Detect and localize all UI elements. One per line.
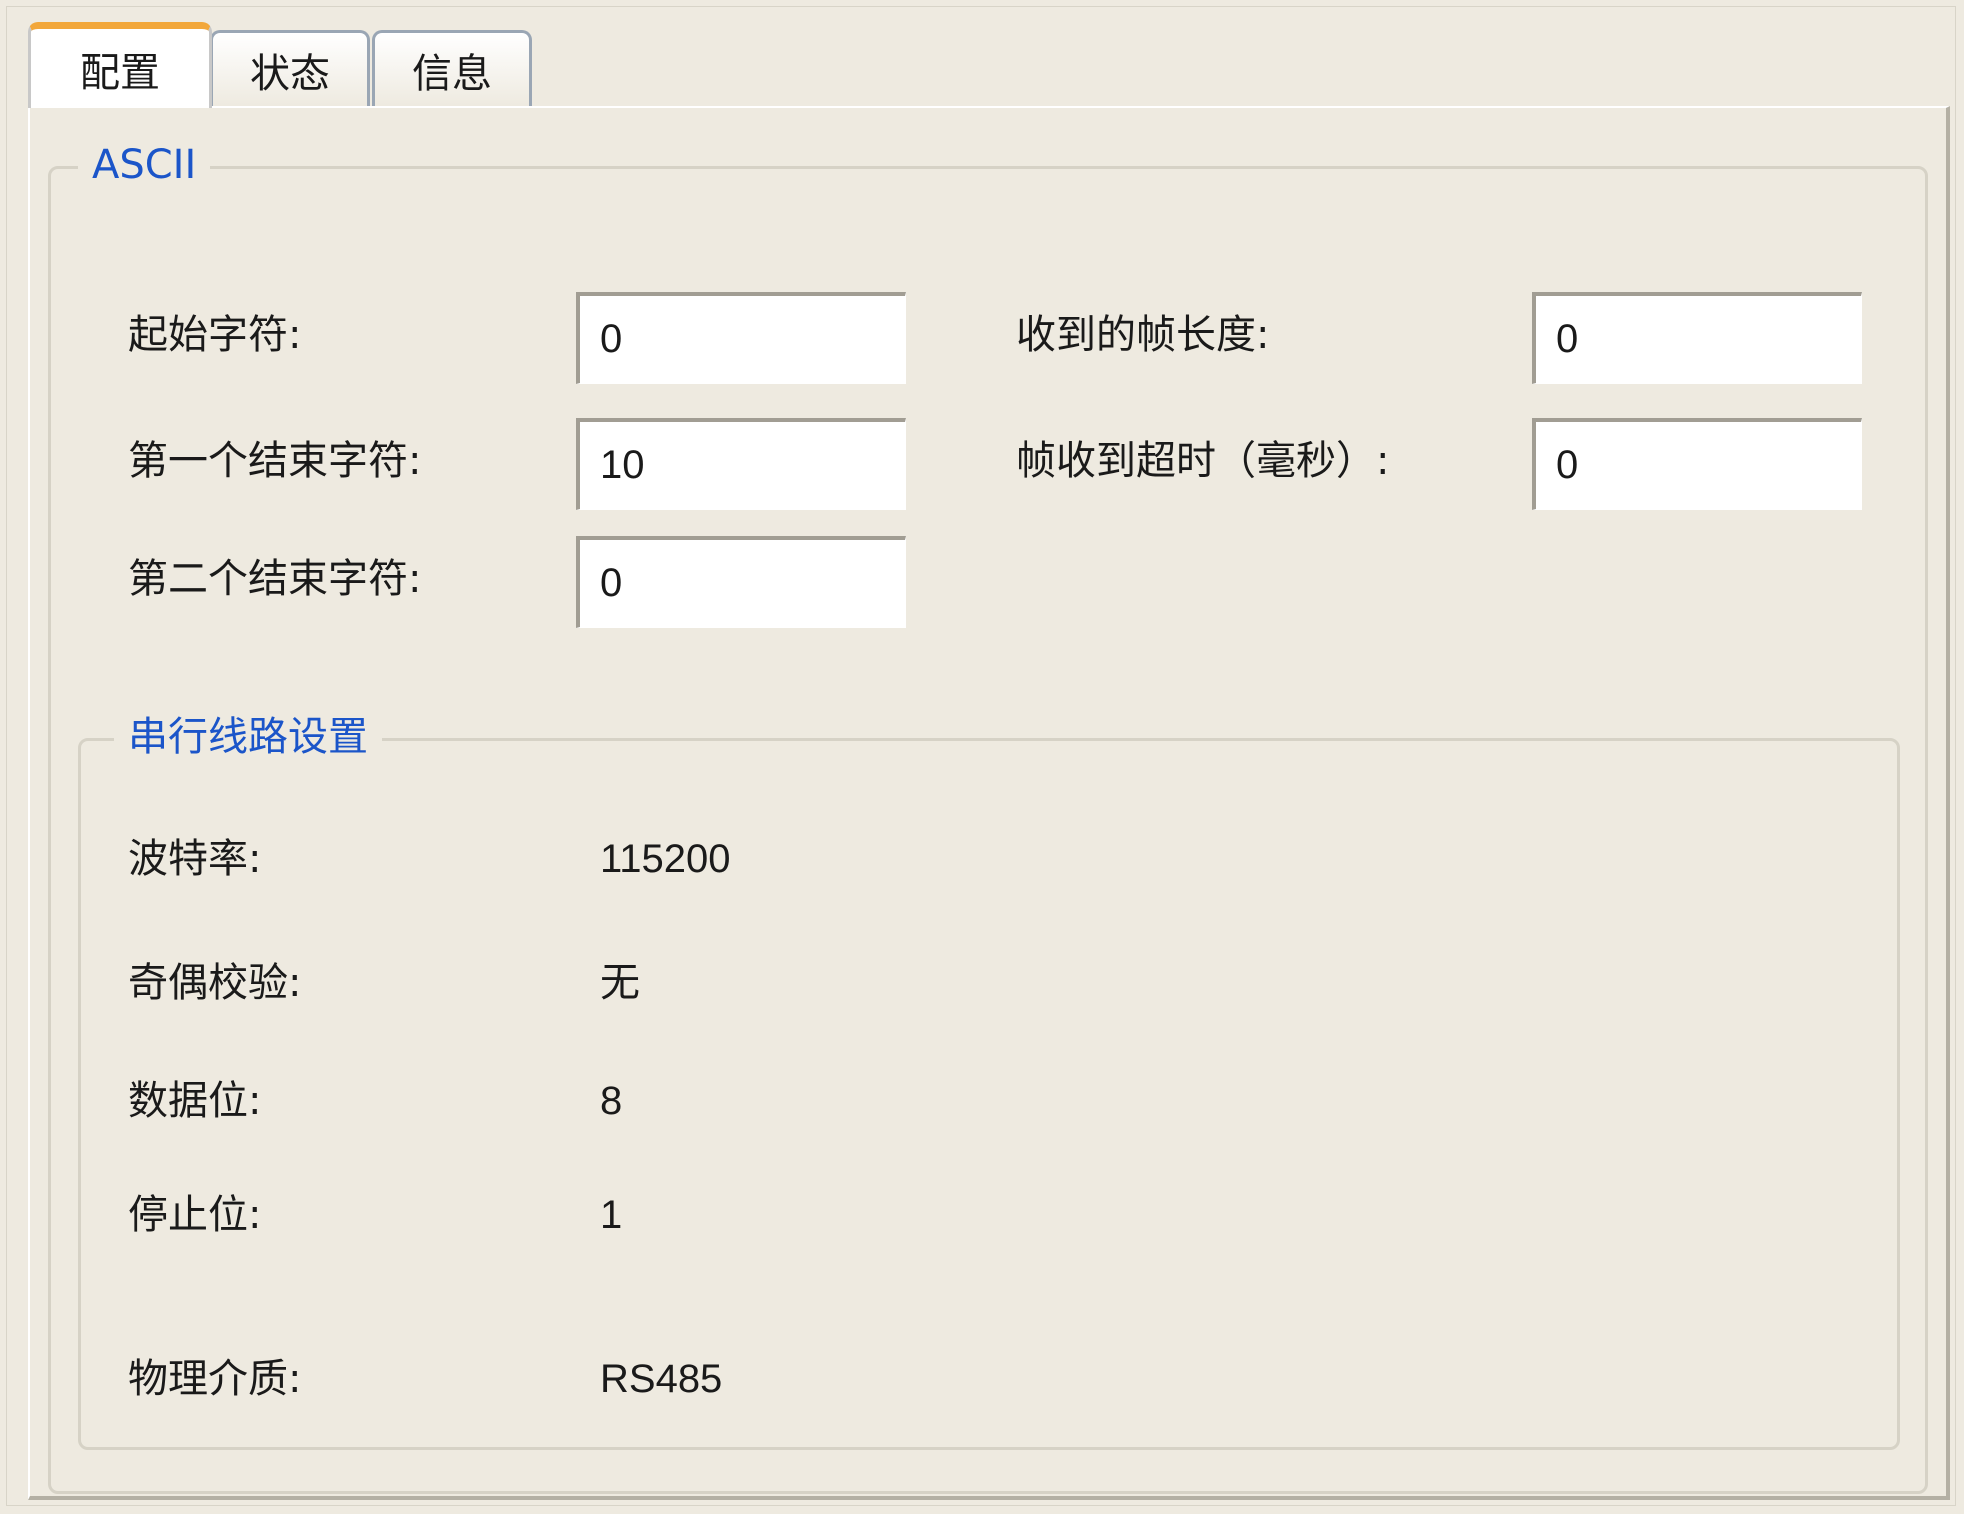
tab-info[interactable]: 信息 <box>372 30 532 106</box>
baud-rate-value: 115200 <box>600 837 731 881</box>
tab-config[interactable]: 配置 <box>28 22 212 108</box>
first-end-char-input[interactable] <box>576 418 906 510</box>
physical-medium-value: RS485 <box>600 1357 723 1401</box>
start-char-label: 起始字符: <box>128 312 302 358</box>
baud-rate-label: 波特率: <box>128 836 262 882</box>
config-panel: ASCII 起始字符: 第一个结束字符: 第二个结束字符: 收到的帧长度: 帧收… <box>28 106 1950 1500</box>
frame-timeout-input[interactable] <box>1532 418 1862 510</box>
stop-bits-label: 停止位: <box>128 1192 262 1238</box>
config-window: 配置 状态 信息 ASCII 起始字符: 第一个结束字符: 第二个结束字符: 收… <box>0 0 1964 1514</box>
data-bits-value: 8 <box>600 1079 623 1123</box>
tab-status-label: 状态 <box>250 50 330 97</box>
parity-label: 奇偶校验: <box>128 960 302 1006</box>
tab-config-label: 配置 <box>80 49 160 96</box>
frame-timeout-label: 帧收到超时（毫秒）: <box>1016 438 1390 484</box>
serial-group-title: 串行线路设置 <box>114 712 382 762</box>
stop-bits-value: 1 <box>600 1193 623 1237</box>
parity-value: 无 <box>600 961 640 1005</box>
start-char-input[interactable] <box>576 292 906 384</box>
ascii-group-title: ASCII <box>78 140 211 190</box>
second-end-char-input[interactable] <box>576 536 906 628</box>
tab-status[interactable]: 状态 <box>210 30 370 106</box>
first-end-char-label: 第一个结束字符: <box>128 438 422 484</box>
frame-length-input[interactable] <box>1532 292 1862 384</box>
data-bits-label: 数据位: <box>128 1078 262 1124</box>
frame-length-label: 收到的帧长度: <box>1016 312 1270 358</box>
serial-groupbox <box>78 738 1900 1450</box>
second-end-char-label: 第二个结束字符: <box>128 556 422 602</box>
tab-info-label: 信息 <box>412 50 492 97</box>
physical-medium-label: 物理介质: <box>128 1356 302 1402</box>
